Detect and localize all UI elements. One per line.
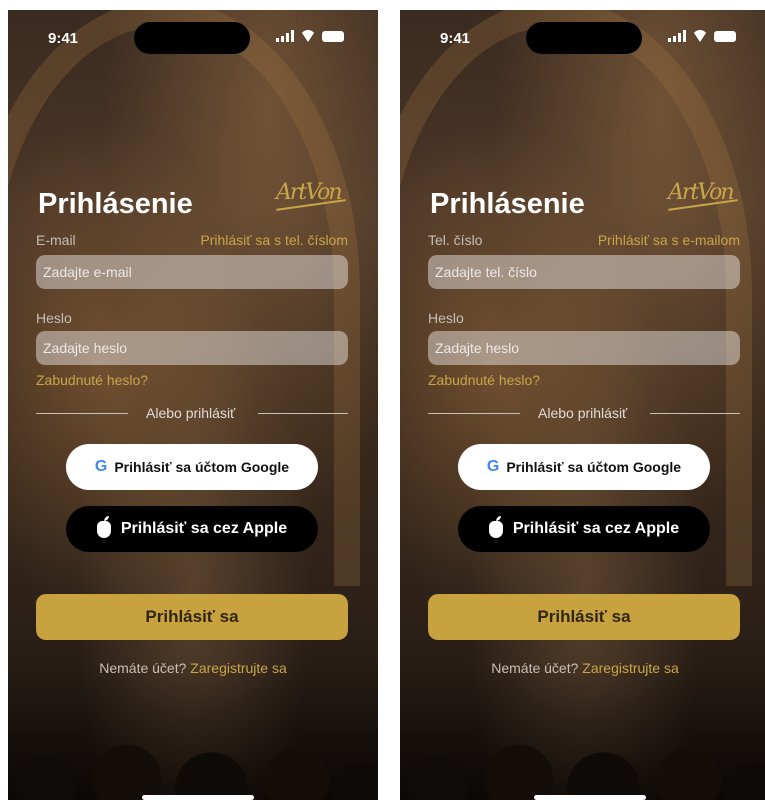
register-link[interactable]: Zaregistrujte sa: [582, 660, 678, 676]
apple-login-label: Prihlásiť sa cez Apple: [512, 520, 680, 537]
register-prompt: Nemáte účet?: [491, 660, 579, 676]
status-icons: [276, 30, 344, 42]
dynamic-island: [134, 22, 250, 54]
email-label: E-mail: [36, 232, 76, 248]
google-login-button[interactable]: G Prihlásiť sa účtom Google: [458, 444, 710, 490]
brand-logo: ArtVon: [666, 170, 738, 216]
apple-login-button[interactable]: Prihlásiť sa cez Apple: [458, 506, 710, 552]
password-label: Heslo: [428, 310, 464, 326]
login-button[interactable]: Prihlásiť sa: [428, 594, 740, 640]
background-arch: [8, 10, 360, 586]
brand-logo: ArtVon: [274, 170, 346, 216]
page-title: Prihlásenie: [38, 188, 193, 220]
apple-login-button[interactable]: Prihlásiť sa cez Apple: [66, 506, 318, 552]
forgot-password-link[interactable]: Zabudnuté heslo?: [428, 372, 540, 388]
apple-icon: [96, 515, 111, 538]
status-time: 9:41: [48, 30, 79, 47]
phone-label: Tel. číslo: [428, 232, 483, 248]
register-prompt: Nemáte účet?: [99, 660, 187, 676]
register-link[interactable]: Zaregistrujte sa: [190, 660, 286, 676]
divider-text: Alebo prihlásiť: [538, 405, 628, 421]
signal-icon: [668, 30, 686, 42]
divider-text: Alebo prihlásiť: [146, 405, 236, 421]
register-prompt-line: Nemáte účet? Zaregistrujte sa: [8, 660, 378, 676]
password-input[interactable]: Zadajte heslo: [428, 331, 740, 365]
signal-icon: [276, 30, 294, 42]
apple-icon: [488, 515, 503, 538]
login-button[interactable]: Prihlásiť sa: [36, 594, 348, 640]
wifi-icon: [300, 30, 316, 42]
battery-icon: [322, 30, 344, 42]
google-login-label: Prihlásiť sa účtom Google: [506, 459, 682, 475]
apple-login-label: Prihlásiť sa cez Apple: [120, 520, 288, 537]
switch-to-email-link[interactable]: Prihlásiť sa s e-mailom: [598, 232, 740, 248]
register-prompt-line: Nemáte účet? Zaregistrujte sa: [400, 660, 765, 676]
divider-left: [36, 413, 128, 414]
email-input[interactable]: Zadajte e-mail: [36, 255, 348, 289]
home-indicator: [534, 795, 646, 800]
battery-icon: [714, 30, 736, 42]
login-screen-email: 9:41 Prihlásenie ArtVon E-mail Prihlásiť…: [8, 10, 378, 800]
status-time: 9:41: [440, 30, 471, 47]
password-input[interactable]: Zadajte heslo: [36, 331, 348, 365]
divider-right: [650, 413, 740, 414]
background-crowd: [400, 660, 765, 800]
status-icons: [668, 30, 736, 42]
switch-to-phone-link[interactable]: Prihlásiť sa s tel. číslom: [200, 232, 348, 248]
divider-left: [428, 413, 520, 414]
home-indicator: [142, 795, 254, 800]
dynamic-island: [526, 22, 642, 54]
google-login-label: Prihlásiť sa účtom Google: [114, 459, 290, 475]
divider-right: [258, 413, 348, 414]
google-icon: G: [486, 458, 500, 475]
google-icon: G: [94, 458, 108, 475]
forgot-password-link[interactable]: Zabudnuté heslo?: [36, 372, 148, 388]
login-screen-phone: 9:41 Prihlásenie ArtVon Tel. číslo Prihl…: [400, 10, 765, 800]
background-crowd: [8, 660, 378, 800]
google-login-button[interactable]: G Prihlásiť sa účtom Google: [66, 444, 318, 490]
phone-input[interactable]: Zadajte tel. číslo: [428, 255, 740, 289]
wifi-icon: [692, 30, 708, 42]
background-arch: [400, 10, 752, 586]
password-label: Heslo: [36, 310, 72, 326]
page-title: Prihlásenie: [430, 188, 585, 220]
